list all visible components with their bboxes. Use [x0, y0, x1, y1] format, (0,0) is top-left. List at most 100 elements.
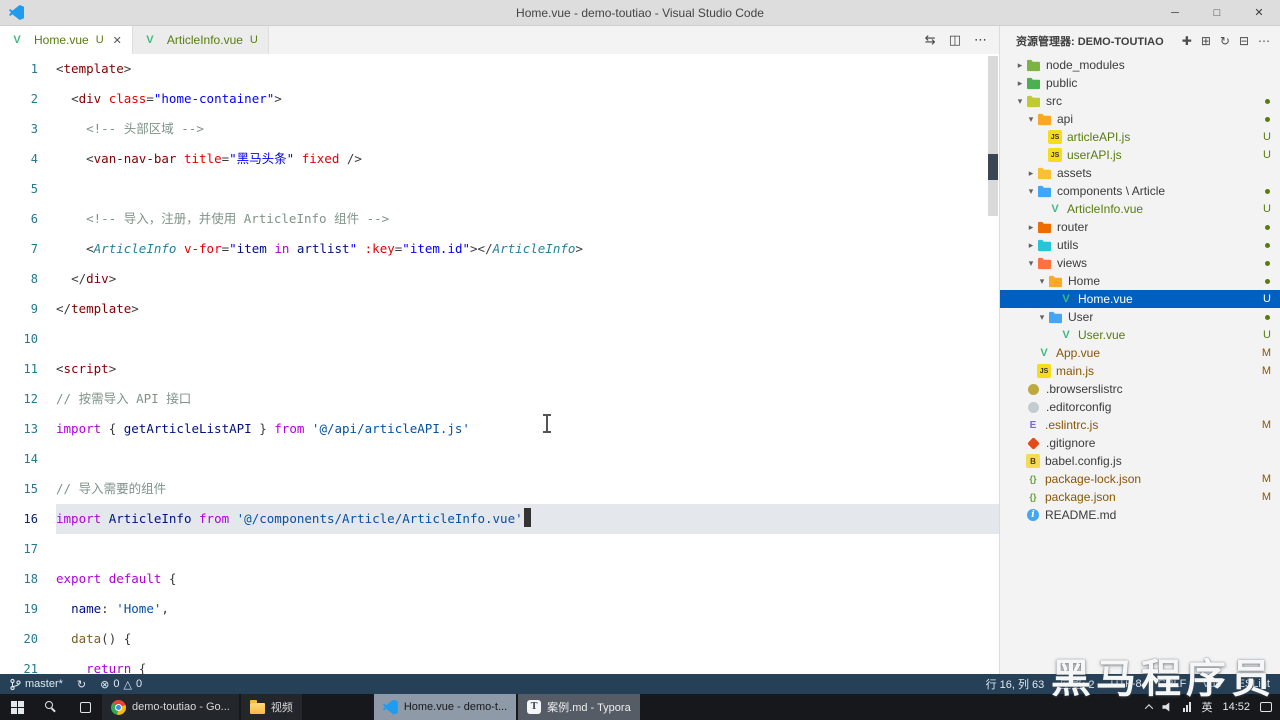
eol-indicator[interactable]: CRLF	[1158, 676, 1187, 692]
chevron-down-icon[interactable]: ▾	[1025, 186, 1037, 197]
code-line-content[interactable]: name: 'Home',	[56, 594, 999, 624]
tree-item--gitignore[interactable]: .gitignore	[1000, 434, 1280, 452]
line-number[interactable]: 14	[0, 444, 56, 474]
collapse-all-icon[interactable]: ⊟	[1239, 34, 1249, 48]
code-line[interactable]: 4 <van-nav-bar title="黑马头条" fixed />	[0, 144, 999, 174]
new-folder-icon[interactable]: ⊞	[1201, 34, 1211, 48]
line-number[interactable]: 20	[0, 624, 56, 654]
code-line[interactable]: 6 <!-- 导入，注册，并使用 ArticleInfo 组件 -->	[0, 204, 999, 234]
network-icon[interactable]	[1183, 702, 1192, 712]
code-line-content[interactable]: <template>	[56, 54, 999, 84]
code-line-content[interactable]: <!-- 头部区域 -->	[56, 114, 999, 144]
taskbar-window-typora[interactable]: T 案例.md - Typora	[518, 694, 640, 720]
close-button[interactable]: ✕	[1238, 0, 1280, 25]
code-line[interactable]: 9 </template>	[0, 294, 999, 324]
tab-home-vue[interactable]: V Home.vue U ✕	[0, 26, 133, 54]
tree-item-views[interactable]: ▾ views	[1000, 254, 1280, 272]
more-actions-icon[interactable]: ⋯	[974, 32, 987, 48]
tree-item-utils[interactable]: ▸ utils	[1000, 236, 1280, 254]
tree-item--eslintrc-js[interactable]: E .eslintrc.js M	[1000, 416, 1280, 434]
code-line-content[interactable]: <div class="home-container">	[56, 84, 999, 114]
linter-status[interactable]: ESLint	[1238, 676, 1270, 692]
line-number[interactable]: 12	[0, 384, 56, 414]
code-line-content[interactable]: </template>	[56, 294, 999, 324]
code-line[interactable]: 16 import ArticleInfo from '@/components/…	[0, 504, 999, 534]
indentation-indicator[interactable]: 空格: 2	[1060, 676, 1094, 692]
code-line[interactable]: 15// 导入需要的组件	[0, 474, 999, 504]
line-number[interactable]: 3	[0, 114, 56, 144]
code-line[interactable]: 3 <!-- 头部区域 -->	[0, 114, 999, 144]
split-editor-icon[interactable]: ◫	[949, 32, 961, 48]
code-line[interactable]: 14	[0, 444, 999, 474]
code-line-content[interactable]: <!-- 导入，注册，并使用 ArticleInfo 组件 -->	[56, 204, 999, 234]
code-line[interactable]: 8 </div>	[0, 264, 999, 294]
tab-articleinfo-vue[interactable]: V ArticleInfo.vue U	[132, 26, 269, 54]
code-line-content[interactable]: // 导入需要的组件	[56, 474, 999, 504]
code-editor[interactable]: 1 <template> 2 <div class="home-container"…	[0, 54, 999, 674]
line-number[interactable]: 17	[0, 534, 56, 564]
code-line-content[interactable]: <script>	[56, 354, 999, 384]
tree-item-articleinfo-vue[interactable]: V ArticleInfo.vue U	[1000, 200, 1280, 218]
code-line[interactable]: 10	[0, 324, 999, 354]
code-line[interactable]: 1 <template>	[0, 54, 999, 84]
line-number[interactable]: 10	[0, 324, 56, 354]
maximize-button[interactable]: □	[1196, 0, 1238, 25]
chevron-right-icon[interactable]: ▸	[1025, 240, 1037, 251]
code-line[interactable]: 21 return {	[0, 654, 999, 674]
code-line-content[interactable]	[56, 174, 999, 204]
chevron-right-icon[interactable]: ▸	[1014, 78, 1026, 89]
encoding-indicator[interactable]: UTF-8	[1111, 676, 1142, 692]
tree-item-main-js[interactable]: JS main.js M	[1000, 362, 1280, 380]
tree-item-assets[interactable]: ▸ assets	[1000, 164, 1280, 182]
tree-item-articleapi-js[interactable]: JS articleAPI.js U	[1000, 128, 1280, 146]
tree-item--editorconfig[interactable]: .editorconfig	[1000, 398, 1280, 416]
new-file-icon[interactable]: ✚	[1182, 34, 1192, 48]
line-number[interactable]: 7	[0, 234, 56, 264]
code-line[interactable]: 19 name: 'Home',	[0, 594, 999, 624]
tree-item-package-lock-json[interactable]: {} package-lock.json M	[1000, 470, 1280, 488]
clock[interactable]: 14:52	[1222, 701, 1250, 713]
tab-close-icon[interactable]: ✕	[113, 34, 122, 47]
chevron-down-icon[interactable]: ▾	[1036, 276, 1048, 287]
line-number[interactable]: 4	[0, 144, 56, 174]
code-line-content[interactable]	[56, 444, 999, 474]
editor-scrollbar[interactable]	[987, 54, 999, 674]
line-number[interactable]: 6	[0, 204, 56, 234]
line-number[interactable]: 9	[0, 294, 56, 324]
scrollbar-thumb[interactable]	[988, 56, 998, 216]
code-line-content[interactable]	[56, 534, 999, 564]
tree-item-src[interactable]: ▾ src	[1000, 92, 1280, 110]
code-line-content[interactable]: // 按需导入 API 接口	[56, 384, 999, 414]
code-line[interactable]: 18 export default {	[0, 564, 999, 594]
search-button[interactable]	[34, 694, 68, 720]
chevron-down-icon[interactable]: ▾	[1025, 114, 1037, 125]
code-line[interactable]: 2 <div class="home-container">	[0, 84, 999, 114]
problems-indicator[interactable]: ⊗ 0 △ 0	[100, 678, 142, 691]
code-line-content[interactable]: return {	[56, 654, 999, 674]
git-branch-indicator[interactable]: master*	[10, 678, 63, 691]
refresh-icon[interactable]: ↻	[1220, 34, 1230, 48]
line-number[interactable]: 15	[0, 474, 56, 504]
line-number[interactable]: 16	[0, 504, 56, 534]
code-line[interactable]: 12// 按需导入 API 接口	[0, 384, 999, 414]
code-line-content[interactable]: export default {	[56, 564, 999, 594]
code-line[interactable]: 5	[0, 174, 999, 204]
code-line-content[interactable]: import { getArticleListAPI } from '@/api…	[56, 414, 999, 444]
taskbar-window-vscode[interactable]: Home.vue - demo-t...	[373, 694, 517, 720]
notification-center-icon[interactable]	[1260, 702, 1272, 712]
line-number[interactable]: 13	[0, 414, 56, 444]
tree-item-package-json[interactable]: {} package.json M	[1000, 488, 1280, 506]
line-number[interactable]: 2	[0, 84, 56, 114]
code-line[interactable]: 7 <ArticleInfo v-for="item in artlist" :…	[0, 234, 999, 264]
tree-item-home[interactable]: ▾ Home	[1000, 272, 1280, 290]
tree-item-public[interactable]: ▸ public	[1000, 74, 1280, 92]
tree-item--browserslistrc[interactable]: .browserslistrc	[1000, 380, 1280, 398]
input-method-indicator[interactable]: 英	[1201, 699, 1212, 715]
chevron-down-icon[interactable]: ▾	[1025, 258, 1037, 269]
chevron-down-icon[interactable]: ▾	[1036, 312, 1048, 323]
volume-icon[interactable]	[1162, 702, 1170, 712]
code-line-content[interactable]: </div>	[56, 264, 999, 294]
task-view-button[interactable]	[68, 694, 102, 720]
code-line[interactable]: 13 import { getArticleListAPI } from '@/a…	[0, 414, 999, 444]
tree-item-readme-md[interactable]: i README.md	[1000, 506, 1280, 524]
